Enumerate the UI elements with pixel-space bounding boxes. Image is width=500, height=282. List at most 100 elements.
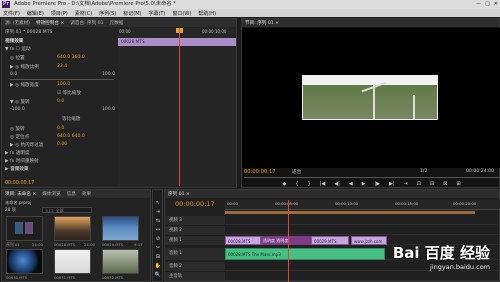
audio-clip-1[interactable]: 00028.MTS The Mass.mp3: [225, 248, 385, 260]
extract-button[interactable]: ⊠: [443, 181, 447, 187]
video-clip-2[interactable]: 透明度 透明度: [261, 236, 311, 245]
scale-min: 0.0: [10, 72, 18, 77]
track-header-master[interactable]: 主音轨: [165, 272, 225, 281]
sequence-thumbnail[interactable]: [6, 216, 43, 241]
position-value[interactable]: 640.0 360.0: [57, 55, 85, 60]
pen-tool-icon[interactable]: ⊞: [154, 254, 162, 261]
track-header-a1[interactable]: 音频 1: [165, 248, 225, 260]
antiflicker-value[interactable]: 0.00: [57, 142, 67, 147]
slip-tool-icon[interactable]: ✂: [154, 245, 162, 252]
premiere-logo-icon: Pr: [2, 1, 10, 8]
track-video-2: 视频 2: [165, 226, 500, 235]
zoom-tool-icon[interactable]: 🔍: [154, 272, 162, 279]
anchor-point-row: ◎ 定位点: [10, 135, 30, 140]
item-name-3: 00029.MTS: [102, 242, 124, 247]
work-area-bar[interactable]: [225, 211, 475, 214]
track-header-v2[interactable]: 视频 2: [165, 226, 225, 235]
program-video-area[interactable]: [242, 28, 500, 168]
track-select-tool-icon[interactable]: ⇥: [154, 209, 162, 216]
timeline-playhead[interactable]: [288, 200, 289, 282]
video-clip-3[interactable]: 00029.MTS: [311, 236, 349, 245]
motion-row[interactable]: ▼ fx ☐ 运动: [5, 46, 31, 52]
tab-project[interactable]: 项目: 未命名 ×: [5, 191, 36, 197]
clip-thumbnail-2[interactable]: [102, 216, 139, 241]
uniform-scale-checkbox[interactable]: ☑ 等比缩放: [57, 90, 81, 96]
track-header-a2[interactable]: 音频 2: [165, 262, 225, 271]
marker-button[interactable]: ◆: [282, 181, 286, 187]
video-clip-1[interactable]: 00028.MTS: [225, 236, 261, 245]
video-clip-4[interactable]: www.jzzh.com: [351, 236, 387, 245]
track-header-v3[interactable]: 视频 3: [165, 216, 225, 225]
tab-media-browser[interactable]: 媒体浏览: [42, 191, 60, 197]
tab-effects[interactable]: 效果: [82, 191, 91, 197]
menu-marker[interactable]: 标记(M): [123, 10, 141, 17]
scale-max: 100.0: [102, 72, 116, 77]
track-header-v1[interactable]: 视频 1: [165, 236, 225, 245]
goto-out-button[interactable]: ◀|: [334, 181, 340, 187]
ripple-edit-tool-icon[interactable]: ⇆: [154, 218, 162, 225]
ruler-tick-3: 00:00:15:00: [395, 201, 419, 206]
menu-help[interactable]: 帮助(H): [198, 10, 216, 17]
tab-sequence[interactable]: 序列 01 ×: [168, 191, 190, 197]
clip-thumbnail-5[interactable]: [102, 249, 139, 274]
tab-program[interactable]: 节目: 序列 01 ×: [245, 20, 279, 26]
audio-effects-row[interactable]: ▶ 音频效果: [5, 166, 29, 172]
program-ruler[interactable]: [244, 177, 499, 178]
menu-file[interactable]: 文件(F): [3, 10, 20, 17]
menu-project[interactable]: 项目(P): [51, 10, 68, 17]
step-back-button[interactable]: ◀: [349, 181, 353, 187]
tab-metadata[interactable]: 元数据: [110, 20, 124, 26]
razor-tool-icon[interactable]: ⊘: [154, 236, 162, 243]
minimize-button[interactable]: —: [476, 1, 481, 7]
lift-button[interactable]: ⊟: [430, 181, 434, 187]
goto-in-button[interactable]: |◀: [320, 181, 326, 187]
play-button[interactable]: ▶: [362, 181, 366, 187]
timeline-ruler[interactable]: 00:00 00:00:05:00 00:00:10:00 00:00:15:0…: [225, 200, 500, 210]
menu-window[interactable]: 窗口(W): [172, 10, 191, 17]
effect-timeline[interactable]: [118, 28, 236, 186]
loop-button[interactable]: ⇥: [404, 181, 408, 187]
export-frame-button[interactable]: ⊞: [456, 181, 460, 187]
step-forward-button[interactable]: |▶: [374, 181, 380, 187]
menu-sequence[interactable]: 序列(S): [99, 10, 116, 17]
resolution-dropdown[interactable]: 1/2: [420, 169, 427, 174]
maximize-button[interactable]: □: [485, 1, 490, 7]
effect-controls-panel: 源: (无素材) 特效控制台 × 调音台: 序列 01 元数据 序列 01 * …: [1, 18, 237, 188]
ruler-tick-0: 00:00: [227, 201, 238, 206]
tab-source[interactable]: 源: (无素材): [5, 20, 30, 26]
scale-slider[interactable]: [10, 79, 114, 80]
menu-clip[interactable]: 素材(C): [75, 10, 92, 17]
menu-edit[interactable]: 编辑(E): [27, 10, 44, 17]
clip-thumbnail-3[interactable]: [6, 249, 43, 274]
fit-dropdown[interactable]: 适合: [292, 169, 301, 175]
mark-in-button[interactable]: {: [295, 181, 298, 187]
tab-info[interactable]: 信息: [67, 191, 76, 197]
item-name-2: 00028.MTS: [54, 242, 76, 247]
item-dur-2: 24:00: [84, 242, 95, 247]
close-button[interactable]: ✕: [494, 1, 498, 7]
mark-out-button[interactable]: }: [308, 181, 311, 187]
time-remap-row[interactable]: ▶ fx 时间重映射: [5, 158, 39, 164]
rotation-value[interactable]: 0.0: [57, 99, 64, 104]
program-timecode[interactable]: 00:00:00:17: [244, 169, 276, 175]
timeline-timecode[interactable]: 00:00:00:17: [175, 200, 215, 208]
rate-stretch-tool-icon[interactable]: ↔: [154, 227, 162, 234]
scale-value[interactable]: 23.4: [57, 64, 67, 69]
clip-thumbnail-1[interactable]: [54, 216, 91, 241]
program-duration: 00:00:24:00: [466, 169, 495, 174]
safe-margins-button[interactable]: ⊡: [417, 181, 421, 187]
project-search-input[interactable]: 入口: 全部: [42, 207, 92, 213]
menu-title[interactable]: 字幕(T): [148, 10, 165, 17]
tab-effect-controls[interactable]: 特效控制台 ×: [36, 20, 64, 26]
anchor-point-value[interactable]: 640.0 640.0: [57, 134, 85, 139]
tab-audio-mixer[interactable]: 调音台: 序列 01: [70, 20, 103, 26]
anchor-value-a[interactable]: 0.0: [57, 126, 64, 131]
opacity-row[interactable]: ▶ fx 透明度: [5, 150, 30, 156]
goto-next-button[interactable]: ▶|: [389, 181, 395, 187]
scale-width-value[interactable]: 100.0: [57, 82, 70, 87]
clip-thumbnail-4[interactable]: [54, 249, 91, 274]
effect-clip-bar[interactable]: 00028.MTS: [118, 38, 236, 46]
hand-tool-icon[interactable]: ✋: [154, 263, 162, 270]
selection-tool-icon[interactable]: ↖: [154, 200, 162, 207]
effect-timecode[interactable]: 00:00:00:17: [5, 181, 34, 186]
